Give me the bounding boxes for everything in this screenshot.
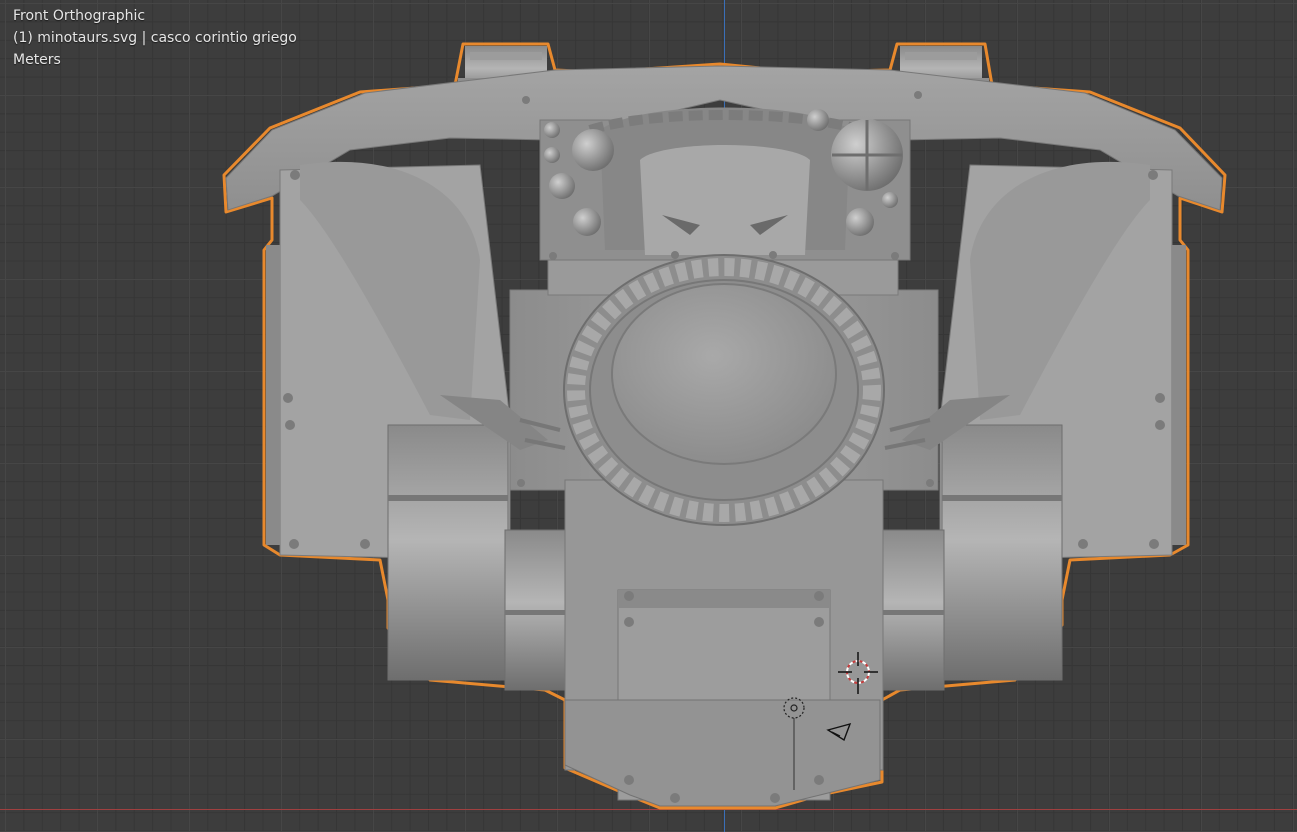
model-render[interactable] (0, 0, 1297, 832)
shield-medallion (563, 254, 885, 526)
base-plate (564, 699, 881, 807)
3d-viewport[interactable]: Front Orthographic (1) minotaurs.svg | c… (0, 0, 1297, 832)
